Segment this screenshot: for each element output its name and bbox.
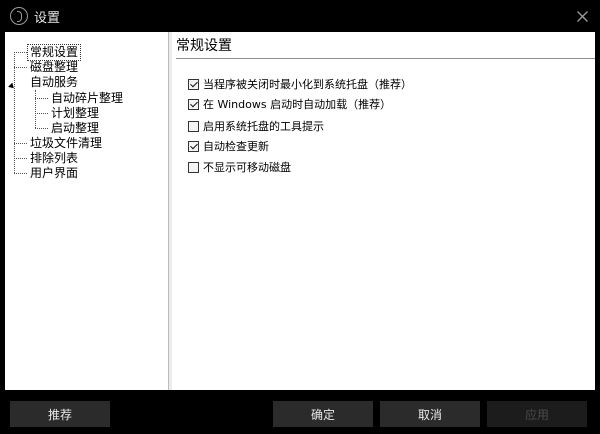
option-minimize-to-tray[interactable]: 当程序被关闭时最小化到系统托盘（推荐） (188, 76, 412, 92)
recommend-button[interactable]: 推荐 (10, 401, 110, 427)
title-bar: 设置 (0, 0, 600, 32)
option-auto-update-check[interactable]: 自动检查更新 (188, 138, 269, 154)
nav-item-user-interface[interactable]: 用户界面 (28, 166, 80, 181)
option-hide-removable-disks[interactable]: 不显示可移动磁盘 (188, 159, 291, 175)
option-label: 不显示可移动磁盘 (203, 161, 291, 174)
dialog-button-bar: 推荐 确定 取消 应用 (0, 390, 600, 434)
tree-connector (35, 113, 48, 114)
checkbox-unchecked[interactable] (188, 120, 199, 132)
app-logo-icon (10, 7, 28, 25)
settings-nav-tree: 常规设置 磁盘整理 自动服务 自动碎片整理 计划整理 启动整理 垃圾文件清理 排… (5, 32, 168, 390)
tree-connector (35, 98, 48, 99)
checkbox-unchecked[interactable] (188, 161, 199, 173)
tree-connector (14, 158, 27, 159)
nav-item-auto-service[interactable]: 自动服务 (28, 75, 80, 90)
option-autostart-windows[interactable]: 在 Windows 启动时自动加载（推荐） (188, 96, 391, 112)
section-title: 常规设置 (176, 38, 232, 54)
close-icon (576, 10, 588, 22)
cancel-button[interactable]: 取消 (380, 401, 480, 427)
nav-item-exclusion-list[interactable]: 排除列表 (28, 151, 80, 166)
tree-connector (14, 52, 15, 173)
tree-connector (14, 67, 27, 68)
option-label: 在 Windows 启动时自动加载（推荐） (203, 98, 392, 111)
nav-item-junk-cleanup[interactable]: 垃圾文件清理 (28, 136, 104, 151)
section-title-divider (176, 58, 595, 59)
option-label: 当程序被关闭时最小化到系统托盘（推荐） (203, 78, 412, 91)
window-title: 设置 (34, 11, 61, 26)
settings-content-panel: 常规设置 当程序被关闭时最小化到系统托盘（推荐） 在 Windows 启动时自动… (172, 32, 595, 390)
option-label: 启用系统托盘的工具提示 (203, 120, 324, 133)
tree-connector (14, 173, 27, 174)
tree-connector (14, 143, 27, 144)
settings-window: 设置 常规设置 磁盘整理 自动服务 自动碎片整理 计划整理 启动整理 垃圾文件清… (0, 0, 600, 434)
apply-button[interactable]: 应用 (487, 401, 587, 427)
option-tray-tooltips[interactable]: 启用系统托盘的工具提示 (188, 118, 324, 134)
ok-button[interactable]: 确定 (273, 401, 373, 427)
nav-item-disk-defrag[interactable]: 磁盘整理 (28, 60, 80, 75)
checkbox-checked[interactable] (188, 98, 199, 110)
close-button[interactable] (570, 4, 594, 28)
nav-item-general-settings[interactable]: 常规设置 (26, 44, 82, 61)
nav-item-auto-defrag[interactable]: 自动碎片整理 (49, 91, 125, 106)
tree-connector (35, 128, 48, 129)
tree-connector (14, 52, 27, 53)
nav-item-scheduled-defrag[interactable]: 计划整理 (49, 106, 101, 121)
checkbox-checked[interactable] (188, 140, 199, 152)
option-label: 自动检查更新 (203, 140, 269, 153)
tree-connector (35, 90, 36, 128)
checkbox-checked[interactable] (188, 78, 199, 90)
nav-item-boot-defrag[interactable]: 启动整理 (49, 121, 101, 136)
